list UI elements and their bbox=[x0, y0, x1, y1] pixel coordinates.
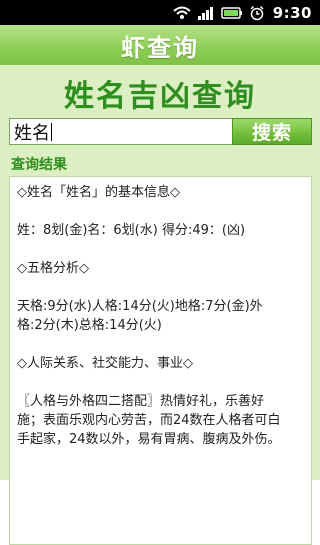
result-line: ◇五格分析◇ bbox=[17, 261, 89, 276]
page-heading: 姓名吉凶查询 bbox=[64, 79, 256, 114]
main-panel: 姓名吉凶查询 姓名 搜索 查询结果 ◇姓名「姓名」的基本信息◇ 姓：8划(金)名… bbox=[0, 65, 320, 545]
results-section-label: 查询结果 bbox=[11, 157, 67, 173]
search-button[interactable]: 搜索 bbox=[232, 118, 312, 145]
results-panel[interactable]: ◇姓名「姓名」的基本信息◇ 姓：8划(金)名：6划(水) 得分:49：(凶) ◇… bbox=[9, 176, 312, 545]
status-bar: 9:30 bbox=[0, 0, 320, 25]
wifi-icon bbox=[173, 6, 191, 20]
search-input-value: 姓名 bbox=[14, 122, 50, 144]
result-line: ◇人际关系、社交能力、事业◇ bbox=[17, 356, 193, 371]
result-line: 姓：8划(金)名：6划(水) 得分:49：(凶) bbox=[17, 223, 246, 238]
alarm-icon bbox=[249, 5, 265, 21]
text-caret bbox=[51, 122, 52, 141]
app-title: 虾查询 bbox=[121, 33, 199, 62]
signal-icon bbox=[197, 6, 215, 20]
result-line: 手起家，24数以外，易有胃病、腹病及外伤。 bbox=[17, 432, 281, 447]
result-line: ◇姓名「姓名」的基本信息◇ bbox=[17, 185, 180, 200]
app-title-bar: 虾查询 bbox=[0, 25, 320, 66]
result-line: 〖人格与外格四二搭配〗热情好礼，乐善好 bbox=[17, 394, 265, 409]
battery-icon bbox=[220, 6, 243, 20]
result-line: 天格:9分(水)人格:14分(火)地格:7分(金)外 bbox=[17, 299, 263, 314]
result-line: 格:2分(木)总格:14分(火) bbox=[17, 318, 162, 333]
result-line: 施；表面乐观内心劳苦，而24数在人格者可白 bbox=[17, 413, 281, 428]
status-time: 9:30 bbox=[272, 3, 312, 22]
search-input[interactable]: 姓名 bbox=[9, 118, 232, 145]
